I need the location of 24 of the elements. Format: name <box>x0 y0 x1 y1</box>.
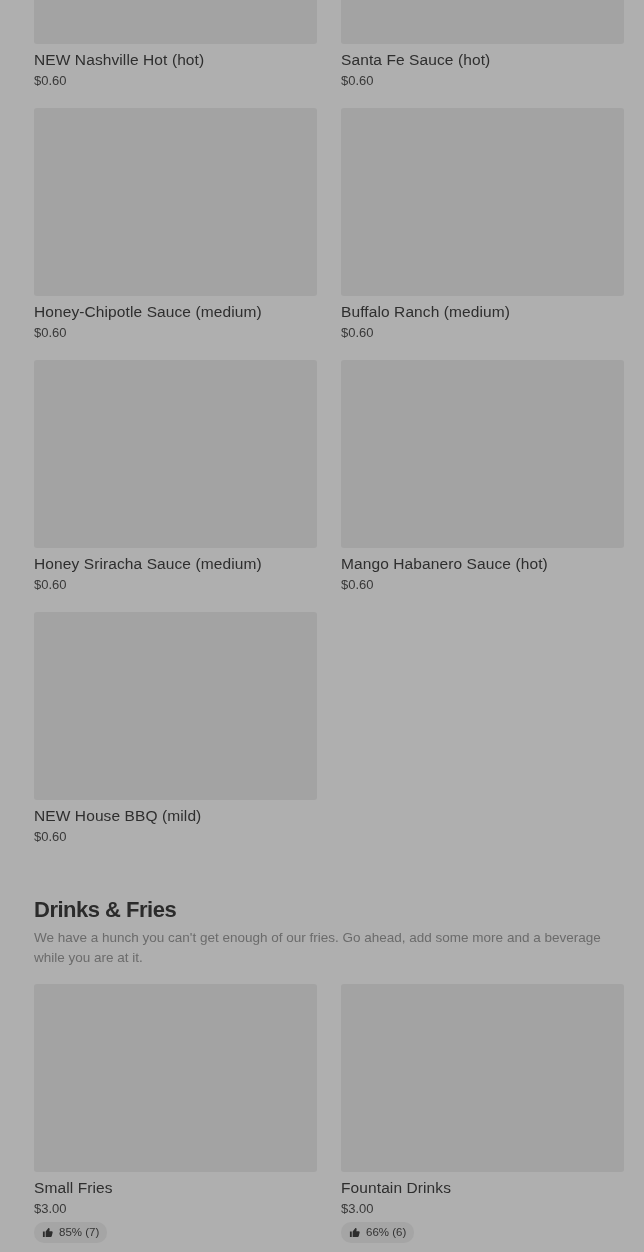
item-price: $0.60 <box>34 324 68 342</box>
rating-text: 66% (6) <box>366 1225 407 1240</box>
item-name: Honey-Chipotle Sauce (medium) <box>34 302 263 322</box>
item-price: $0.60 <box>341 324 375 342</box>
item-price: $0.60 <box>34 72 68 90</box>
rating-text: 85% (7) <box>59 1225 100 1240</box>
item-name: Mango Habanero Sauce (hot) <box>341 554 549 574</box>
thumbs-up-icon <box>349 1227 360 1239</box>
item-name: Santa Fe Sauce (hot) <box>341 50 492 70</box>
item-name: NEW Nashville Hot (hot) <box>34 50 206 70</box>
item-name: Fountain Drinks <box>341 1178 453 1198</box>
thumbs-up-icon <box>42 1227 53 1239</box>
item-price: $0.60 <box>341 576 375 594</box>
item-name: Honey Sriracha Sauce (medium) <box>34 554 263 574</box>
item-name: Small Fries <box>34 1178 114 1198</box>
section-description: We have a hunch you can't get enough of our fries. Go ahead, add some more and a beverage while you are at it. <box>34 929 602 967</box>
item-name: Buffalo Ranch (medium) <box>341 302 512 322</box>
item-price: $0.60 <box>341 72 375 90</box>
item-price: $3.00 <box>34 1200 68 1218</box>
item-price: $0.60 <box>34 828 68 846</box>
item-name: NEW House BBQ (mild) <box>34 806 203 826</box>
section-heading: Drinks & Fries <box>34 896 178 924</box>
item-price: $3.00 <box>341 1200 375 1218</box>
item-price: $0.60 <box>34 576 68 594</box>
